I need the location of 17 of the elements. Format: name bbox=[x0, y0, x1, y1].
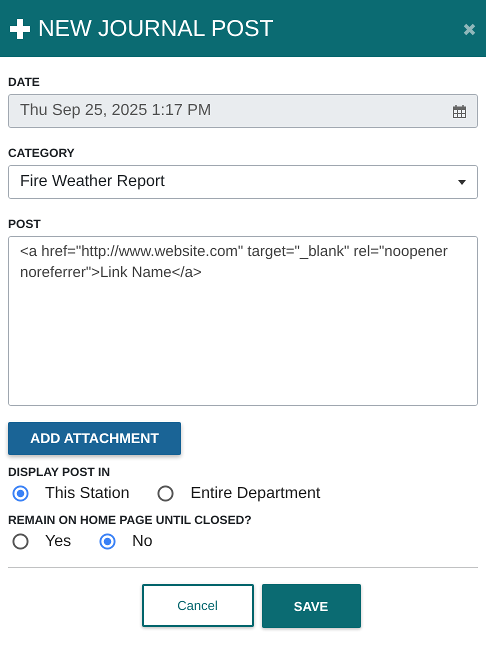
radio-option[interactable]: This Station bbox=[12, 484, 130, 504]
field-value: Thu Sep 25, 2025 1:17 PM bbox=[20, 101, 212, 121]
post-field[interactable]: <a href="http://www.website.com" target="_blank" rel="noopener noreferrer">Link Name</a> bbox=[8, 236, 478, 406]
save-button[interactable]: SAVE bbox=[262, 584, 360, 628]
radio-option[interactable]: Entire Department bbox=[157, 484, 320, 504]
field-value: Fire Weather Report bbox=[20, 172, 165, 192]
category-select[interactable]: Fire Weather Report bbox=[8, 165, 478, 199]
field-label: DISPLAY POST IN bbox=[8, 464, 112, 481]
cancel-button[interactable]: Cancel bbox=[142, 584, 254, 628]
radio-option[interactable]: Yes bbox=[12, 532, 72, 552]
field-label: CATEGORY bbox=[8, 145, 76, 162]
add-attachment-button[interactable]: ADD ATTACHMENT bbox=[8, 422, 181, 455]
window-title: NEW JOURNAL POST bbox=[38, 14, 274, 44]
radio-option[interactable]: No bbox=[99, 532, 153, 552]
field-label: REMAIN ON HOME PAGE UNTIL CLOSED? bbox=[8, 512, 253, 530]
field-label: DATE bbox=[8, 74, 41, 91]
field-label: POST bbox=[8, 216, 42, 233]
